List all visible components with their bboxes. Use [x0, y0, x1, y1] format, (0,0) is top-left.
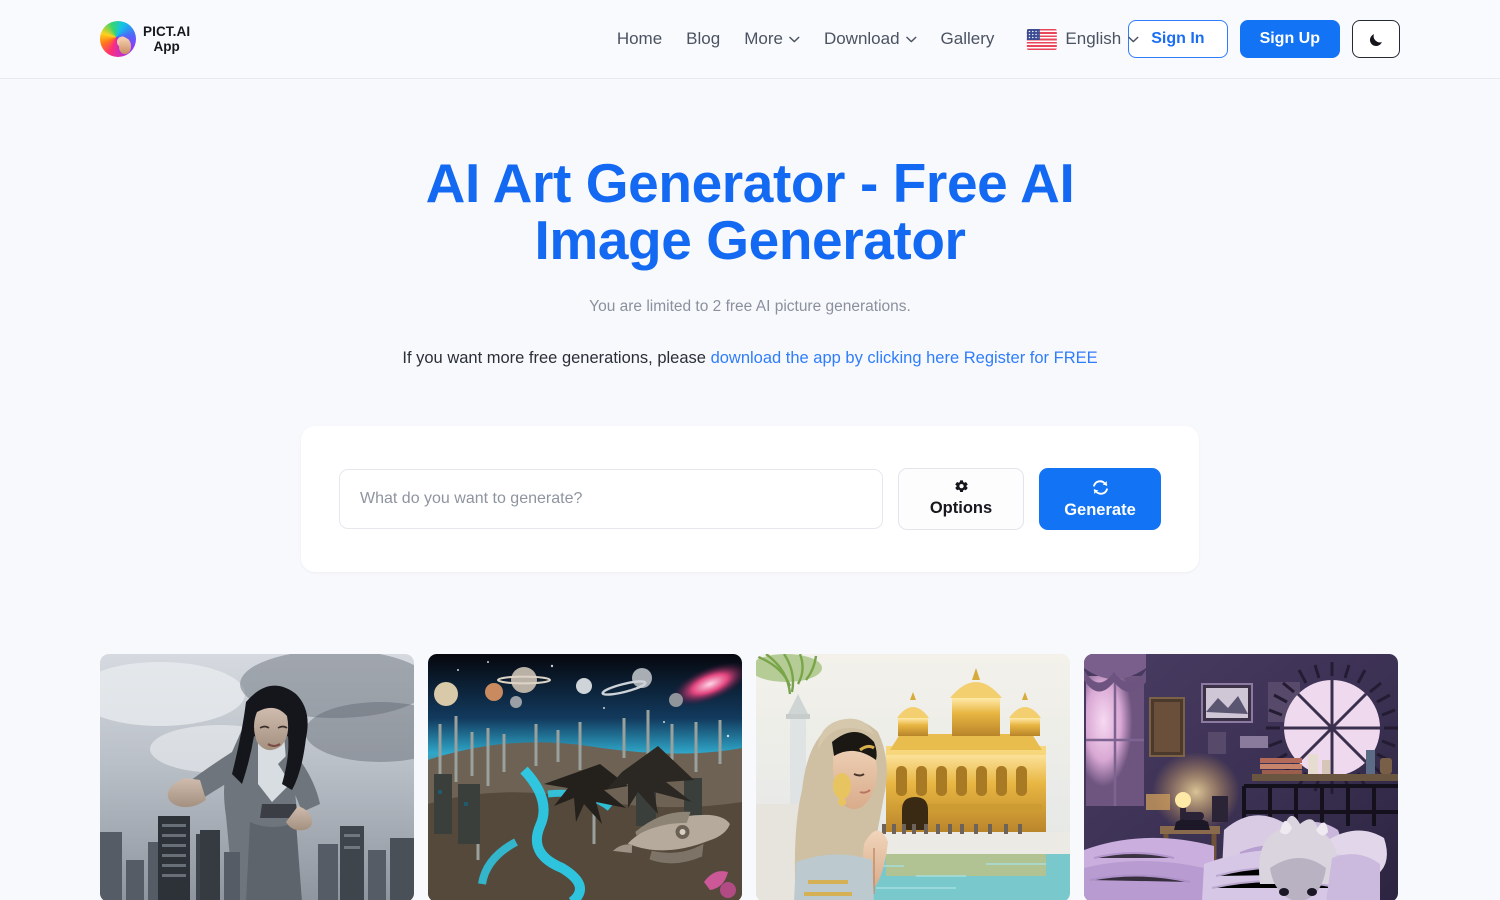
options-button-label: Options	[929, 499, 993, 518]
nav-item-download[interactable]: Download	[824, 29, 917, 49]
site-header: PICT.AI App Home Blog More Download Gall…	[0, 0, 1500, 79]
theme-toggle-button[interactable]	[1352, 20, 1400, 58]
refresh-icon	[1092, 480, 1108, 495]
nav-item-download-label: Download	[823, 29, 900, 48]
chevron-down-icon	[1128, 36, 1139, 42]
nav-item-blog-label: Blog	[686, 29, 721, 48]
page-title: AI Art Generator - Free AI Image Generat…	[425, 152, 1075, 272]
language-label-wrap: English	[1065, 29, 1139, 49]
nav-item-gallery-label: Gallery	[940, 29, 995, 48]
language-selector[interactable]: English	[1026, 28, 1139, 50]
prompt-input[interactable]	[339, 468, 883, 529]
chevron-down-icon	[905, 36, 917, 42]
header-actions: Sign In Sign Up	[1128, 20, 1400, 58]
chevron-down-icon	[789, 36, 800, 42]
gallery-item-alien-planet-spacecraft[interactable]	[428, 653, 742, 900]
main-navigation: Home Blog More Download Gallery English	[617, 28, 1139, 50]
nav-item-blog[interactable]: Blog	[686, 29, 720, 49]
language-label: English	[1065, 29, 1122, 48]
gear-icon	[954, 480, 968, 493]
purple-bedroom-dog-image	[1084, 653, 1398, 900]
giant-woman-over-city-image	[100, 653, 414, 900]
us-flag-icon	[1026, 28, 1057, 50]
image-gallery	[0, 572, 1500, 900]
pictai-avatar-logo-icon	[100, 21, 136, 57]
gallery-item-purple-bedroom-dog[interactable]	[1084, 653, 1398, 900]
brand-logo-link[interactable]: PICT.AI App	[100, 21, 190, 57]
moon-icon	[1369, 33, 1382, 46]
brand-name: PICT.AI	[143, 23, 191, 39]
gallery-item-woman-praying-golden-temple[interactable]	[756, 653, 1070, 900]
brand-subtitle: App	[153, 39, 180, 54]
nav-item-home[interactable]: Home	[617, 29, 662, 49]
hero-subtitle: You are limited to 2 free AI picture gen…	[589, 298, 911, 316]
alien-planet-spacecraft-image	[428, 653, 742, 900]
woman-praying-golden-temple-image	[756, 653, 1070, 900]
hero-note: If you want more free generations, pleas…	[390, 346, 1110, 370]
download-app-link[interactable]: download the app by clicking here	[711, 349, 960, 367]
hero-section: AI Art Generator - Free AI Image Generat…	[0, 79, 1500, 371]
nav-item-more[interactable]: More	[744, 29, 800, 49]
nav-item-more-label: More	[744, 29, 783, 48]
generator-panel: Options Generate	[301, 425, 1199, 572]
nav-item-home-label: Home	[616, 29, 663, 48]
nav-item-gallery[interactable]: Gallery	[941, 29, 995, 49]
gallery-item-giant-woman-over-city[interactable]	[100, 653, 414, 900]
sign-in-button[interactable]: Sign In	[1128, 20, 1228, 58]
hero-note-prefix: If you want more free generations, pleas…	[402, 349, 711, 368]
sign-up-button[interactable]: Sign Up	[1239, 20, 1340, 58]
generate-button[interactable]: Generate	[1039, 467, 1161, 530]
options-button[interactable]: Options	[898, 467, 1024, 530]
generate-button-label: Generate	[1064, 500, 1136, 519]
register-free-link[interactable]: Register for FREE	[964, 349, 1098, 367]
brand-text: PICT.AI App	[143, 24, 190, 54]
